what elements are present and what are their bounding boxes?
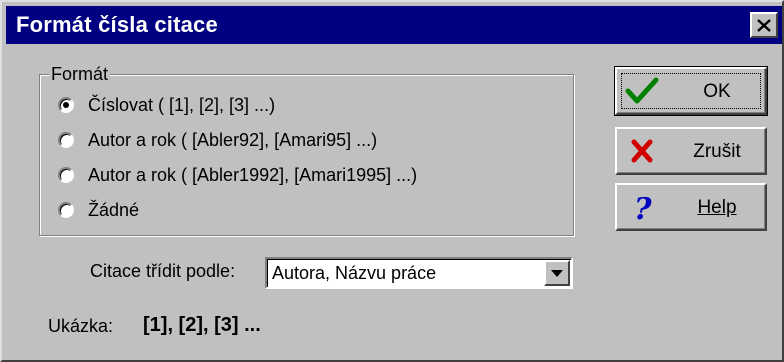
sort-by-label: Citace třídit podle:	[90, 261, 236, 281]
radio-option-author-year-long[interactable]: Autor a rok ( [Abler1992], [Amari1995] .…	[58, 160, 417, 190]
question-mark-icon: ?	[634, 192, 652, 222]
svg-text:?: ?	[634, 192, 652, 222]
title-bar[interactable]: Formát čísla citace	[6, 6, 782, 44]
radio-label-author-year-long: Autor a rok ( [Abler1992], [Amari1995] .…	[88, 164, 418, 185]
sort-by-selected-value: Autora, Názvu práce	[272, 263, 437, 283]
red-x-icon	[631, 139, 653, 163]
radio-label-numbered: Číslovat ( [1], [2], [3] ...)	[88, 94, 276, 115]
preview-label: Ukázka:	[48, 316, 114, 336]
format-group-legend: Formát	[49, 64, 111, 85]
radio-label-author-year-short: Autor a rok ( [Abler92], [Amari95] ...)	[88, 129, 378, 150]
close-button[interactable]	[750, 12, 778, 38]
radio-button[interactable]	[58, 132, 74, 148]
cancel-button-label: Zrušit	[693, 141, 741, 162]
help-button[interactable]: ? Help	[615, 183, 767, 231]
close-icon	[757, 18, 771, 32]
radio-option-numbered[interactable]: Číslovat ( [1], [2], [3] ...)	[58, 90, 275, 120]
chevron-down-icon	[551, 269, 563, 277]
radio-option-none[interactable]: Žádné	[58, 195, 139, 225]
preview-value: [1], [2], [3] ...	[143, 314, 261, 336]
ok-button[interactable]: OK	[614, 66, 768, 116]
dialog-title: Formát čísla citace	[16, 12, 218, 37]
radio-option-author-year-short[interactable]: Autor a rok ( [Abler92], [Amari95] ...)	[58, 125, 377, 155]
checkmark-icon	[625, 77, 659, 104]
citation-format-dialog: Formát čísla citace Formát Číslovat ( [1…	[0, 0, 784, 362]
radio-button-checked[interactable]	[58, 97, 74, 113]
cancel-button[interactable]: Zrušit	[615, 127, 767, 175]
radio-button[interactable]	[58, 167, 74, 183]
ok-button-label: OK	[703, 81, 731, 102]
radio-button[interactable]	[58, 202, 74, 218]
dropdown-arrow-button[interactable]	[544, 260, 570, 286]
radio-label-none: Žádné	[88, 199, 140, 220]
help-button-label: Help	[697, 197, 737, 218]
sort-by-dropdown[interactable]: Autora, Názvu práce	[265, 257, 573, 289]
